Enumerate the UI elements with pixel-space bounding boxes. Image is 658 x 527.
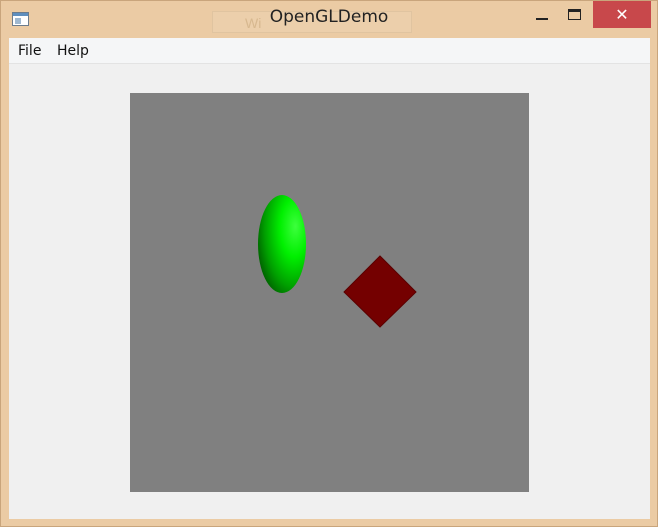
red-diamond — [343, 255, 417, 328]
green-ellipsoid — [258, 195, 306, 293]
maximize-icon — [567, 9, 581, 20]
menu-help[interactable]: Help — [55, 38, 91, 64]
client-area: File Help — [9, 38, 650, 519]
menu-bar: File Help — [9, 38, 650, 64]
opengl-viewport[interactable] — [130, 93, 529, 492]
close-icon: ✕ — [615, 4, 629, 24]
menu-file[interactable]: File — [16, 38, 43, 64]
app-window: Wi OpenGLDemo ✕ File Help — [0, 0, 658, 527]
minimize-icon — [536, 17, 548, 20]
scene-canvas — [258, 195, 417, 328]
title-bar[interactable]: Wi OpenGLDemo ✕ — [1, 1, 657, 37]
close-button[interactable]: ✕ — [593, 1, 651, 28]
minimize-button[interactable] — [527, 1, 557, 28]
maximize-button[interactable] — [559, 1, 589, 28]
